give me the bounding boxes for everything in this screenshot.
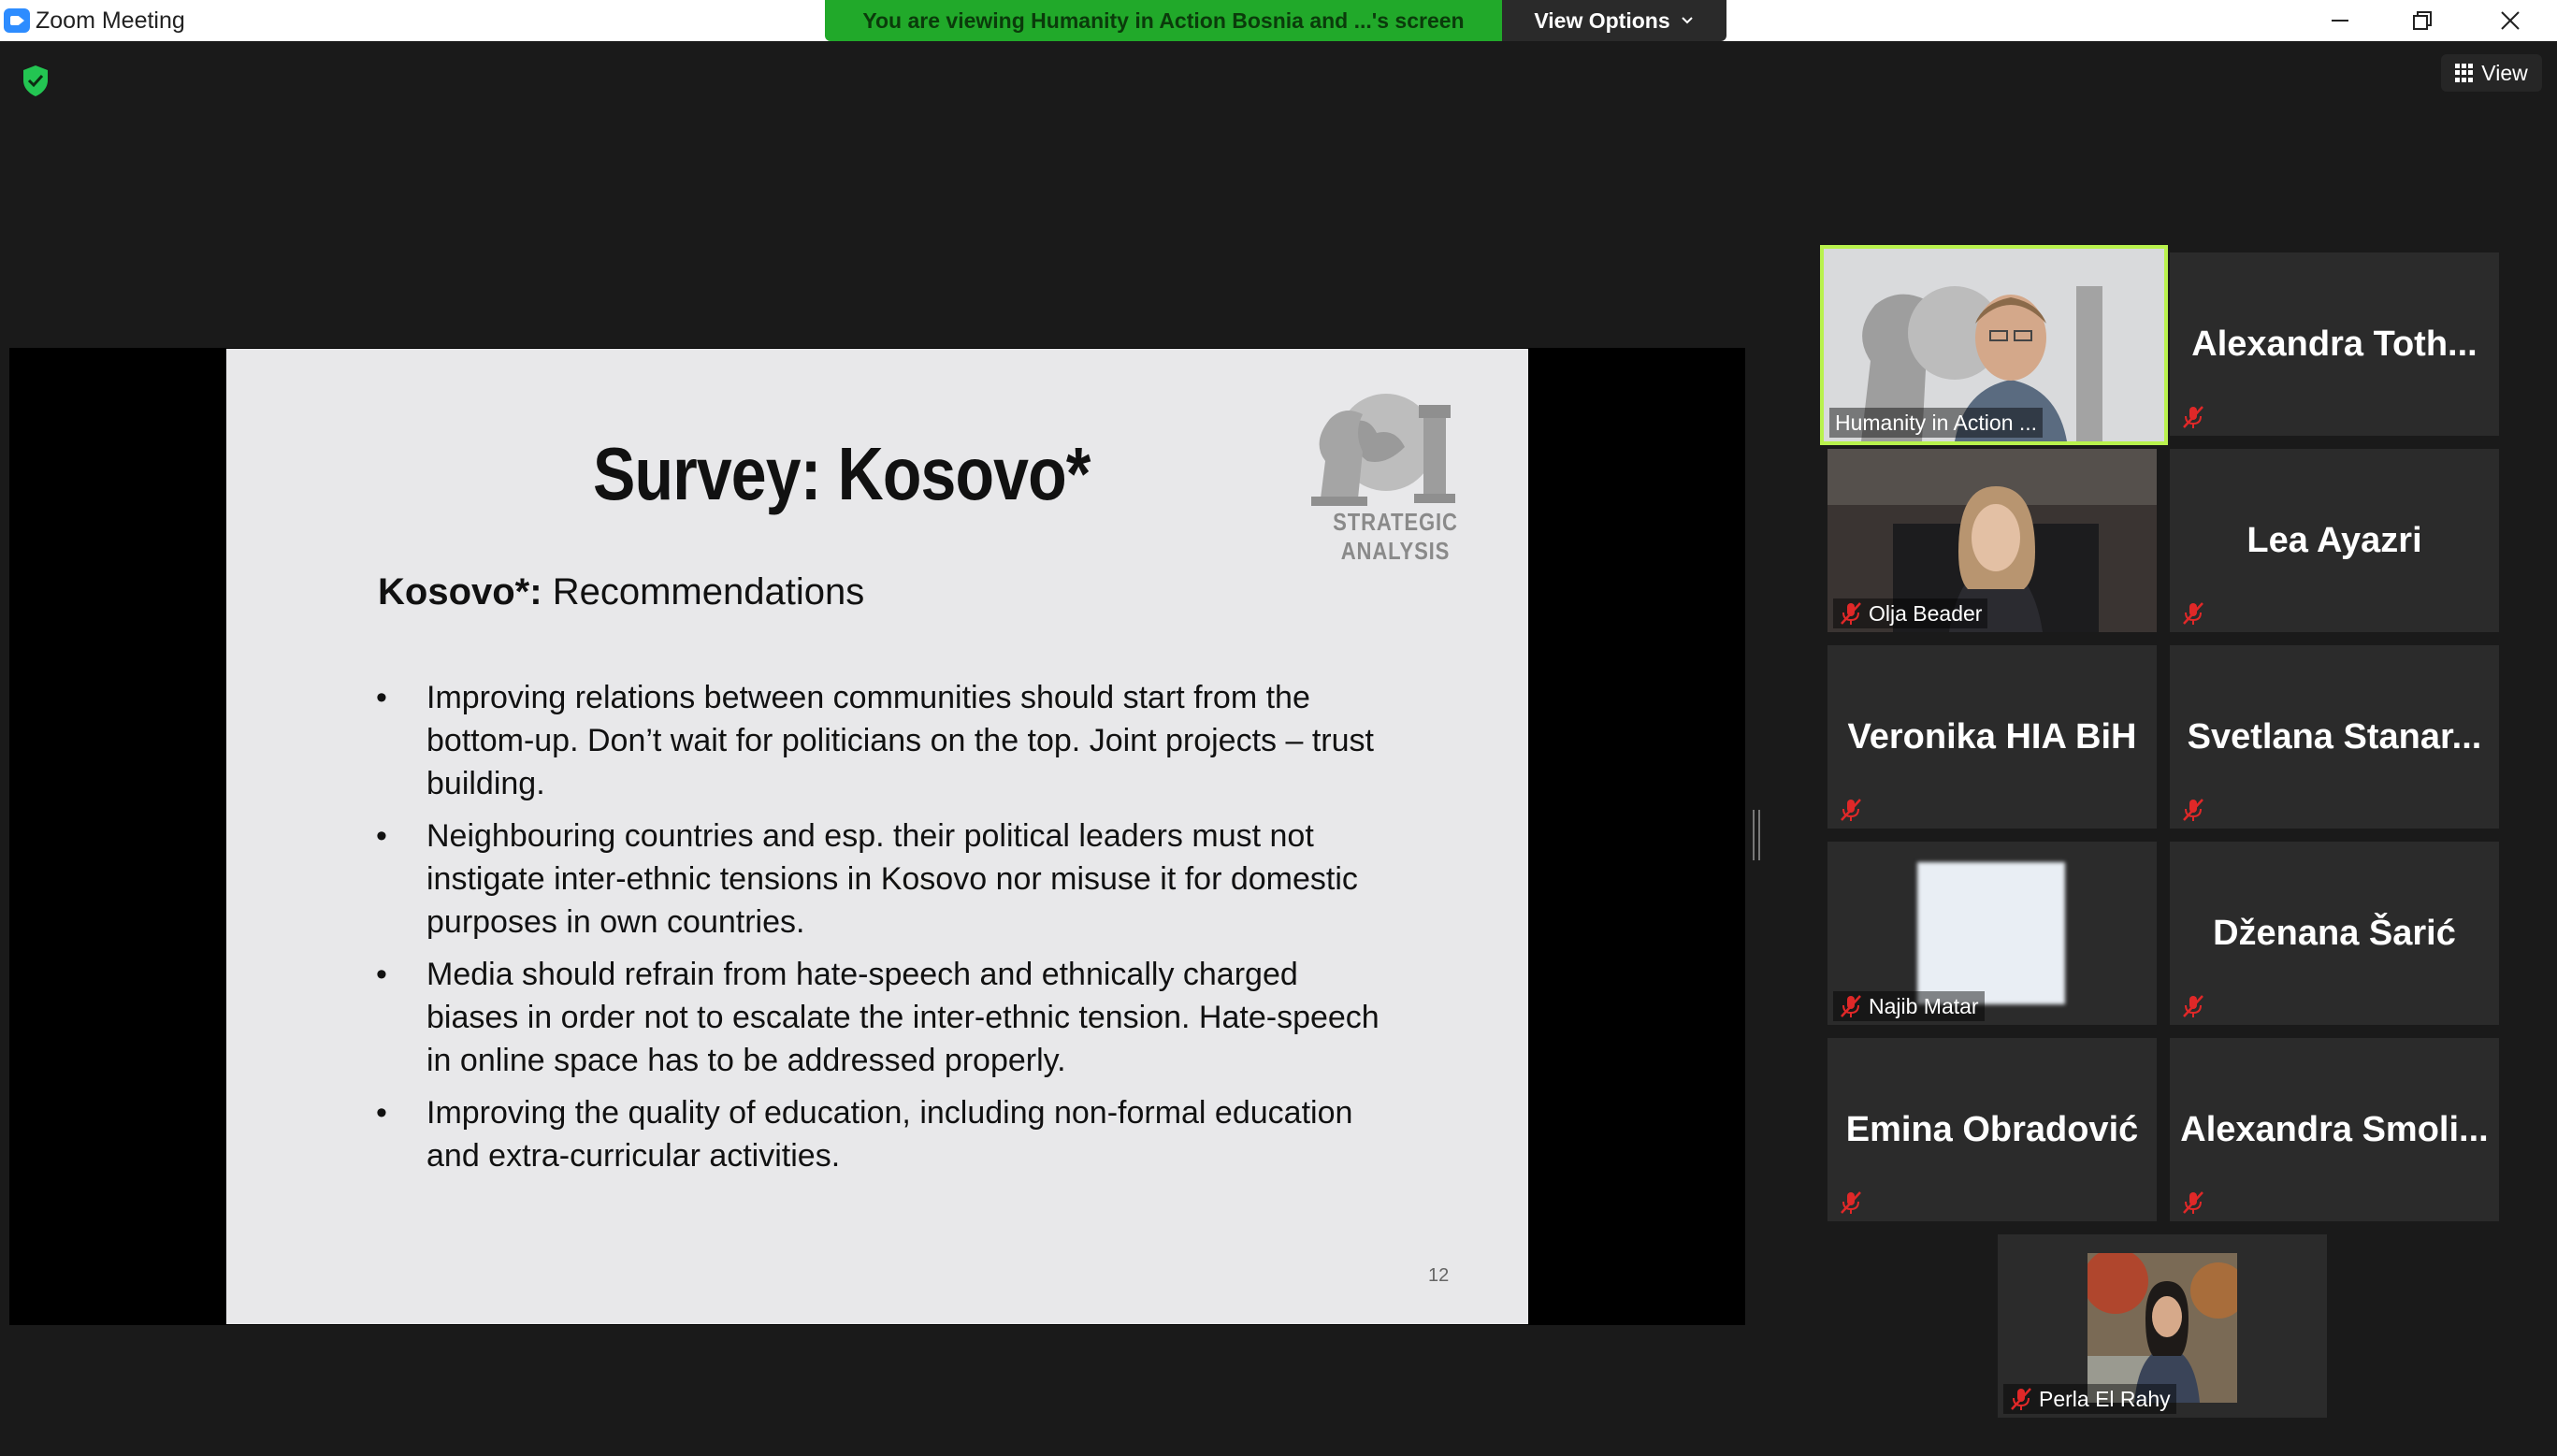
participant-status [2175,402,2211,432]
slide-subtitle: Kosovo*: Recommendations [378,571,864,613]
close-button[interactable] [2469,0,2551,41]
minimize-icon [2332,20,2348,22]
grid-icon [2455,64,2474,82]
participant-video [2087,1253,2237,1403]
bullet-item: Improving the quality of education, incl… [376,1091,1386,1177]
participant-tile-emina-obradovic[interactable]: Emina Obradović [1827,1038,2157,1221]
participant-status [1833,1188,1869,1218]
muted-mic-icon [1841,799,1861,821]
security-shield-icon[interactable] [17,62,54,99]
participant-name-label: Najib Matar [1833,991,1985,1021]
muted-mic-icon [2183,799,2203,821]
participant-name-label: Perla El Rahy [2003,1384,2176,1414]
muted-mic-icon [1841,602,1861,625]
participant-status [2175,598,2211,628]
view-layout-label: View [2481,60,2528,85]
participant-tile-humanity-in-action[interactable]: Humanity in Action ... [1820,245,2168,445]
muted-mic-icon [2183,406,2203,428]
participant-tile-dzenana-saric[interactable]: Dženana Šarić [2170,842,2499,1025]
view-options-label: View Options [1534,7,1670,33]
chess-globe-logo [1311,394,1455,506]
participant-name: Najib Matar [1869,993,1979,1018]
participant-tile-lea-ayazri[interactable]: Lea Ayazri [2170,449,2499,632]
participant-display-name: Lea Ayazri [2246,520,2422,560]
chevron-down-icon [1681,17,1693,24]
view-layout-button[interactable]: View [2441,54,2542,92]
bullet-item: Media should refrain from hate-speech an… [376,953,1386,1082]
participant-tile-svetlana[interactable]: Svetlana Stanar... [2170,645,2499,829]
participant-name-label: Humanity in Action ... [1829,408,2044,438]
minimize-button[interactable] [2299,0,2381,41]
bullet-item: Improving relations between communities … [376,676,1386,805]
participant-tile-alexandra-toth[interactable]: Alexandra Toth... [2170,252,2499,436]
viewing-screen-banner: You are viewing Humanity in Action Bosni… [825,0,1502,41]
participant-status [2175,1188,2211,1218]
participant-name: Perla El Rahy [2039,1386,2171,1411]
muted-mic-icon [2183,995,2203,1017]
participant-display-name: Veronika HIA BiH [1847,716,2137,757]
zoom-app-icon [4,8,30,33]
participant-tile-olja-beader[interactable]: Olja Beader [1827,449,2157,632]
resize-handle[interactable] [1753,810,1760,860]
participant-tile-najib-matar[interactable]: Najib Matar [1827,842,2157,1025]
restore-icon [2413,11,2432,30]
muted-mic-icon [2011,1388,2031,1410]
slide-title: Survey: Kosovo* [593,432,1091,515]
muted-mic-icon [1841,995,1861,1017]
logo-text: STRATEGIC ANALYSIS [1333,508,1458,565]
view-options-button[interactable]: View Options [1502,0,1726,41]
participant-name-label: Olja Beader [1833,598,1988,628]
close-icon [2501,11,2520,30]
restore-button[interactable] [2381,0,2463,41]
slide-page-number: 12 [1428,1265,1450,1286]
participant-name: Humanity in Action ... [1835,410,2038,435]
participant-display-name: Emina Obradović [1845,1109,2139,1149]
bullet-item: Neighbouring countries and esp. their po… [376,814,1386,944]
subtitle-rest: Recommendations [552,571,865,613]
window-title: Zoom Meeting [36,7,185,34]
participant-status [1833,795,1869,825]
presentation-slide: Survey: Kosovo* STRATEGIC ANALYSIS Kosov… [226,349,1528,1324]
participant-display-name: Svetlana Stanar... [2187,716,2482,757]
muted-mic-icon [1841,1191,1861,1214]
participant-display-name: Dženana Šarić [2213,913,2456,953]
participant-name: Olja Beader [1869,600,1983,626]
muted-mic-icon [2183,602,2203,625]
participant-status [2175,991,2211,1021]
participant-tile-veronika[interactable]: Veronika HIA BiH [1827,645,2157,829]
slide-bullet-list: Improving relations between communities … [376,676,1386,1187]
participant-avatar [1917,862,2065,1004]
muted-mic-icon [2183,1191,2203,1214]
subtitle-bold: Kosovo*: [378,571,542,613]
participant-status [2175,795,2211,825]
participant-tile-perla-el-rahy[interactable]: Perla El Rahy [1998,1234,2327,1418]
participant-display-name: Alexandra Smoli... [2180,1109,2489,1149]
participant-tile-alexandra-smoli[interactable]: Alexandra Smoli... [2170,1038,2499,1221]
participant-display-name: Alexandra Toth... [2191,324,2478,364]
